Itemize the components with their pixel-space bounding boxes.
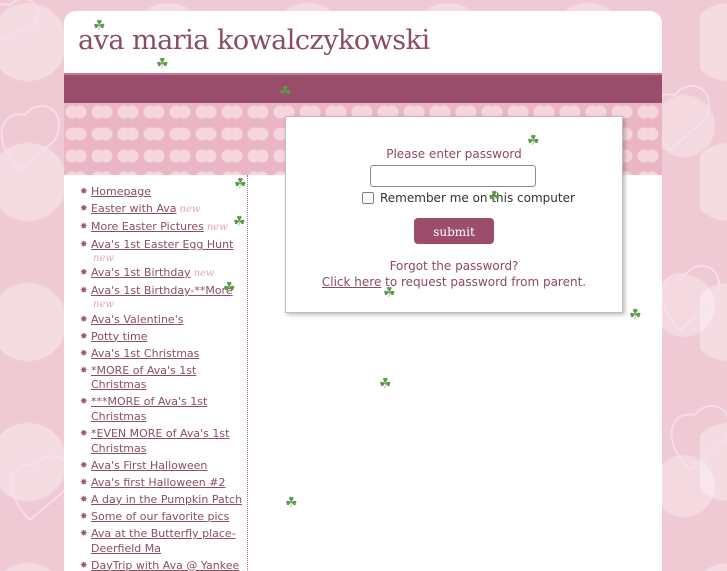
- nav-item[interactable]: ✸ A day in the Pumpkin Patch: [80, 493, 247, 508]
- submit-button[interactable]: submit: [414, 218, 494, 244]
- nav-item[interactable]: ✸ *EVEN MORE of Ava's 1st Christmas: [80, 427, 247, 456]
- nav-link-halloween-2[interactable]: Ava's first Halloween #2: [91, 476, 225, 489]
- nav-item[interactable]: ✸ Homepage: [80, 185, 247, 200]
- shamrock-icon: ☘: [93, 18, 106, 34]
- nav-item[interactable]: ✸ *MORE of Ava's 1st Christmas: [80, 364, 247, 393]
- sparkle-bullet-icon: ✸: [80, 204, 88, 215]
- nav-link-more-christmas-2[interactable]: ***MORE of Ava's 1st Christmas: [91, 395, 207, 423]
- sparkle-bullet-icon: ✸: [80, 348, 88, 359]
- nav-list: ✸ Homepage ✸ Easter with Ava new ✸ More East…: [80, 185, 247, 571]
- nav-item[interactable]: ✸ Potty time: [80, 330, 247, 345]
- remember-checkbox[interactable]: [362, 192, 374, 204]
- shamrock-icon: ☘: [527, 133, 540, 149]
- sparkle-bullet-icon: ✸: [80, 331, 88, 342]
- forgot-password-text: Forgot the password?: [389, 259, 519, 273]
- site-title: ava maria kowalczykowski: [78, 25, 430, 56]
- password-dialog: Please enter password Remember me on thi…: [285, 116, 623, 313]
- shamrock-icon: ☘: [156, 56, 169, 72]
- nav-item[interactable]: ✸ Ava's 1st Birthday-**More new: [80, 284, 247, 310]
- nav-item[interactable]: ✸ DayTrip with Ava @ Yankee: [80, 559, 247, 571]
- new-badge: new: [93, 252, 114, 264]
- nav-link-daytrip[interactable]: DayTrip with Ava @ Yankee: [91, 559, 239, 571]
- sparkle-bullet-icon: ✸: [80, 529, 88, 539]
- shamrock-icon: ☘: [488, 189, 501, 205]
- password-input[interactable]: [370, 165, 536, 187]
- shamrock-icon: ☘: [379, 376, 392, 392]
- sparkle-bullet-icon: ✸: [80, 494, 88, 505]
- new-badge: new: [193, 268, 215, 280]
- nav-link-halloween[interactable]: Ava's First Halloween: [91, 459, 207, 472]
- nav-item[interactable]: ✸ ***MORE of Ava's 1st Christmas: [80, 395, 247, 424]
- nav-item[interactable]: ✸ Ava's Valentine's: [80, 313, 247, 328]
- nav-link-homepage[interactable]: Homepage: [91, 185, 151, 198]
- sparkle-bullet-icon: ✸: [80, 560, 88, 571]
- sparkle-bullet-icon: ✸: [80, 187, 88, 197]
- sparkle-bullet-icon: ✸: [80, 268, 88, 279]
- nav-link-christmas[interactable]: Ava's 1st Christmas: [91, 347, 199, 360]
- nav-link-valentines[interactable]: Ava's Valentine's: [91, 313, 183, 326]
- header: ava maria kowalczykowski: [64, 11, 662, 73]
- nav-link-pumpkin-patch[interactable]: A day in the Pumpkin Patch: [91, 493, 242, 506]
- nav-item[interactable]: ✸ Ava at the Butterfly place-Deerfield Ma: [80, 527, 247, 556]
- nav-item[interactable]: ✸ Ava's 1st Christmas: [80, 347, 247, 362]
- nav-item[interactable]: ✸ Ava's 1st Birthday new: [80, 266, 247, 282]
- remember-me[interactable]: Remember me on this computer: [362, 191, 575, 205]
- nav-link-easter[interactable]: Easter with Ava: [91, 202, 177, 215]
- sparkle-bullet-icon: ✸: [80, 222, 88, 233]
- new-badge: new: [93, 298, 114, 310]
- nav-item[interactable]: ✸ Easter with Ava new: [80, 202, 247, 218]
- request-password-line: Click here to request password from pare…: [286, 275, 622, 289]
- nav-item[interactable]: ✸ More Easter Pictures new: [80, 220, 247, 236]
- nav-link-more-easter[interactable]: More Easter Pictures: [91, 220, 204, 233]
- password-prompt: Please enter password: [386, 147, 522, 161]
- sparkle-bullet-icon: ✸: [80, 397, 88, 408]
- nav-item[interactable]: ✸ Ava's first Halloween #2: [80, 476, 247, 491]
- nav-link-potty[interactable]: Potty time: [91, 330, 147, 343]
- nav-link-more-christmas[interactable]: *MORE of Ava's 1st Christmas: [91, 364, 196, 392]
- click-here-link[interactable]: Click here: [322, 275, 381, 289]
- shamrock-icon: ☘: [383, 285, 396, 301]
- nav-link-birthday-more[interactable]: Ava's 1st Birthday-**More: [91, 284, 233, 297]
- shamrock-icon: ☘: [285, 495, 298, 511]
- sparkle-bullet-icon: ✸: [80, 286, 88, 297]
- shamrock-icon: ☘: [233, 214, 246, 230]
- shamrock-icon: ☘: [234, 176, 247, 192]
- request-text: to request password from parent.: [381, 275, 587, 289]
- nav-item[interactable]: ✸ Ava's 1st Easter Egg Hunt new: [80, 238, 247, 264]
- sparkle-bullet-icon: ✸: [80, 460, 88, 471]
- nav-item[interactable]: ✸ Some of our favorite pics: [80, 510, 247, 525]
- sidebar: ✸ Homepage ✸ Easter with Ava new ✸ More East…: [64, 175, 248, 571]
- nav-link-even-more-christmas[interactable]: *EVEN MORE of Ava's 1st Christmas: [91, 427, 229, 455]
- header-band: [64, 73, 662, 103]
- shamrock-icon: ☘: [279, 84, 292, 100]
- sparkle-bullet-icon: ✸: [80, 240, 88, 251]
- sparkle-bullet-icon: ✸: [80, 429, 88, 440]
- sparkle-bullet-icon: ✸: [80, 365, 88, 376]
- shamrock-icon: ☘: [629, 307, 642, 323]
- nav-link-egg-hunt[interactable]: Ava's 1st Easter Egg Hunt: [91, 238, 233, 251]
- nav-link-birthday[interactable]: Ava's 1st Birthday: [91, 266, 191, 279]
- new-badge: new: [206, 222, 228, 234]
- sparkle-bullet-icon: ✸: [80, 477, 88, 488]
- nav-link-butterfly-place[interactable]: Ava at the Butterfly place-Deerfield Ma: [91, 527, 236, 555]
- nav-link-favorite-pics[interactable]: Some of our favorite pics: [91, 510, 229, 523]
- remember-label: Remember me on this computer: [380, 191, 575, 205]
- sparkle-bullet-icon: ✸: [80, 314, 88, 325]
- sparkle-bullet-icon: ✸: [80, 511, 88, 522]
- new-badge: new: [179, 204, 201, 216]
- shamrock-icon: ☘: [223, 280, 236, 296]
- nav-item[interactable]: ✸ Ava's First Halloween: [80, 459, 247, 474]
